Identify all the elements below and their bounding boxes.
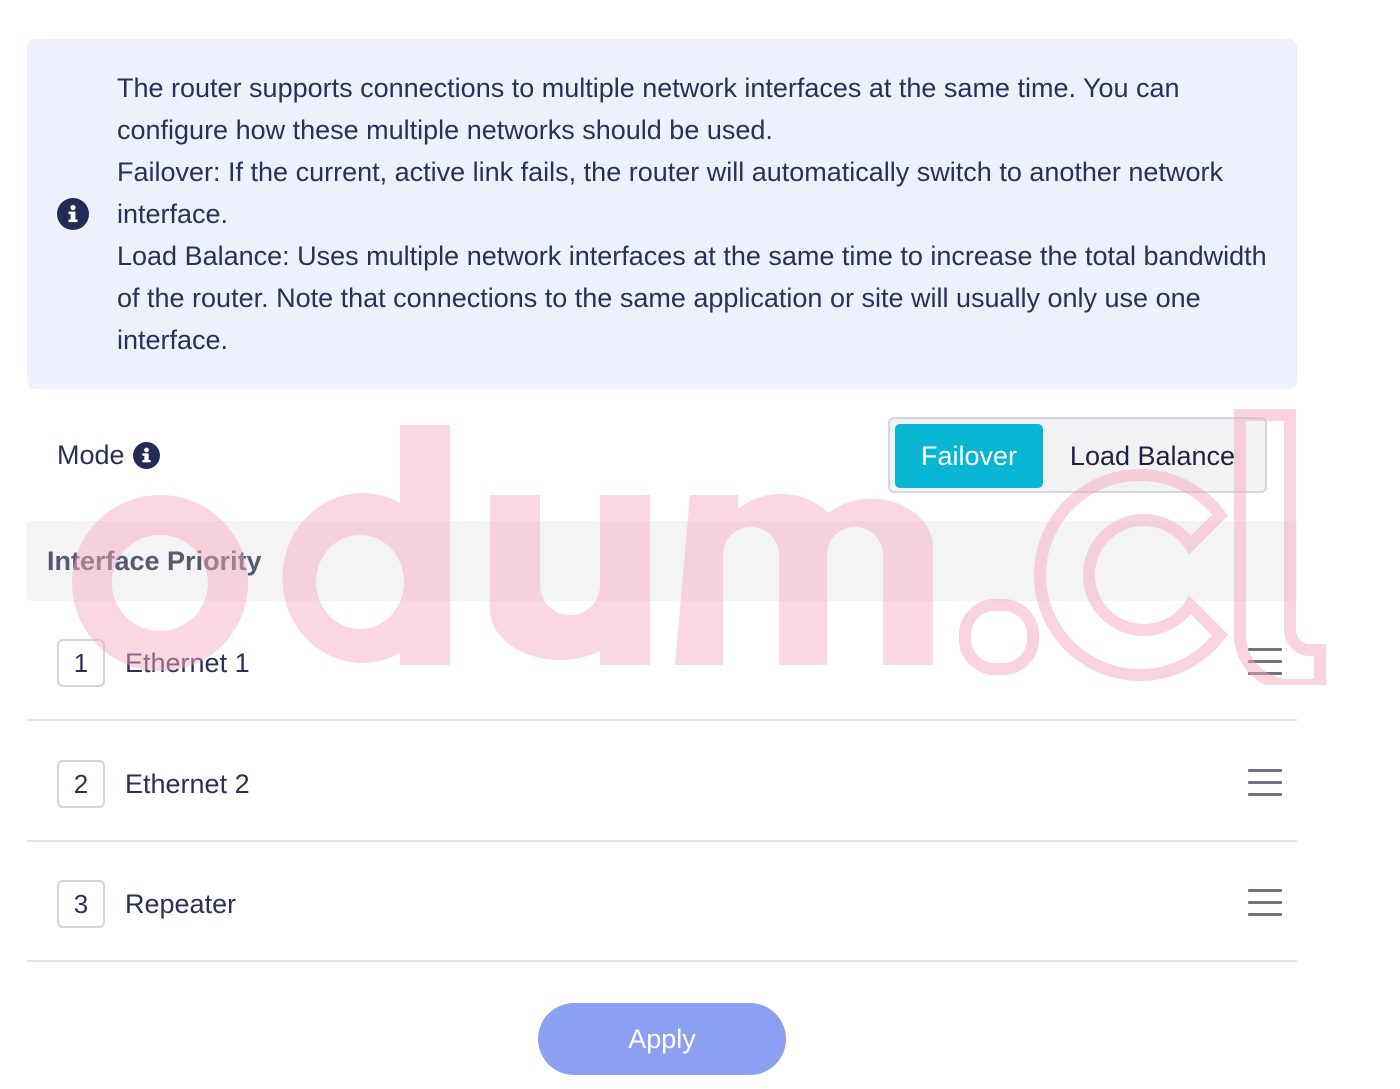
interface-name: Ethernet 2 xyxy=(125,769,250,799)
info-circle-icon xyxy=(57,198,89,230)
interface-name: Ethernet 1 xyxy=(125,648,250,678)
mode-toggle: Failover Load Balance xyxy=(888,417,1267,493)
interface-priority-header: Interface Priority xyxy=(27,521,1297,601)
drag-handle-icon[interactable] xyxy=(1248,769,1282,797)
interface-row[interactable]: 1 Ethernet 1 xyxy=(27,601,1297,721)
info-line-load-balance: Load Balance: Uses multiple network inte… xyxy=(117,241,1267,355)
interface-row[interactable]: 2 Ethernet 2 xyxy=(27,722,1297,842)
priority-number: 1 xyxy=(57,639,105,687)
info-line-intro: The router supports connections to multi… xyxy=(117,73,1180,145)
interface-row[interactable]: 3 Repeater xyxy=(27,842,1297,962)
drag-handle-icon[interactable] xyxy=(1248,648,1282,676)
info-text: The router supports connections to multi… xyxy=(117,67,1277,361)
mode-option-failover[interactable]: Failover xyxy=(895,424,1043,488)
page: The router supports connections to multi… xyxy=(0,0,1400,1089)
info-line-failover: Failover: If the current, active link fa… xyxy=(117,157,1223,229)
mode-info-icon[interactable] xyxy=(132,441,160,469)
apply-button[interactable]: Apply xyxy=(538,1003,786,1075)
interface-priority-title: Interface Priority xyxy=(47,546,262,576)
drag-handle-icon[interactable] xyxy=(1248,889,1282,917)
interface-name: Repeater xyxy=(125,889,237,919)
mode-label: Mode xyxy=(57,440,125,470)
mode-label-row: Mode xyxy=(57,436,160,474)
priority-number: 2 xyxy=(57,760,105,808)
mode-option-load-balance[interactable]: Load Balance xyxy=(1050,424,1255,488)
priority-number: 3 xyxy=(57,880,105,928)
